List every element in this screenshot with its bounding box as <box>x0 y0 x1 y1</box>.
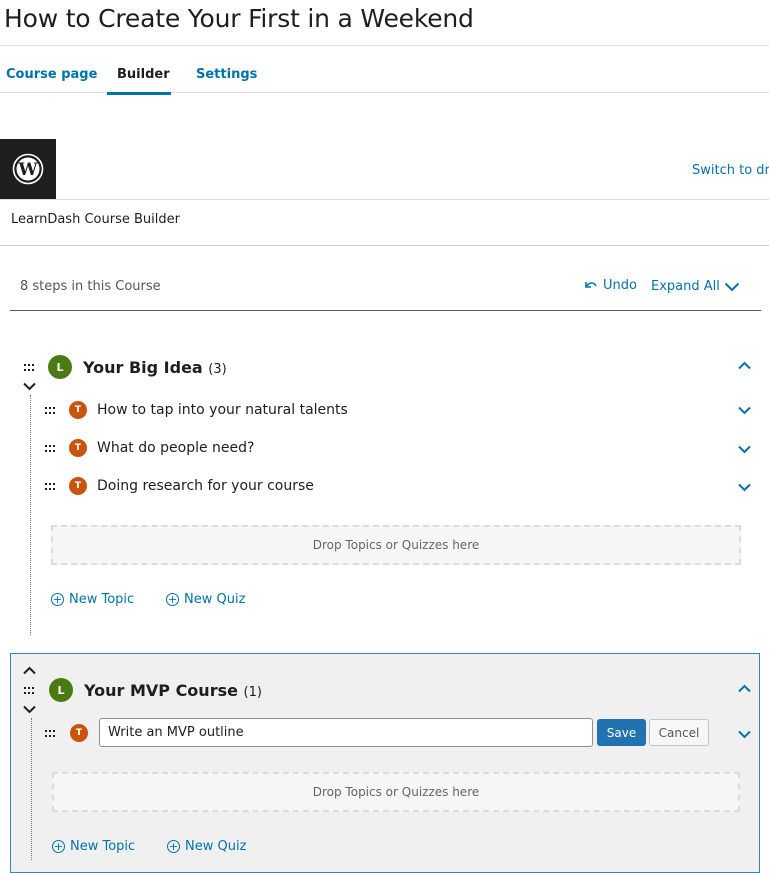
topic-badge: T <box>69 401 87 419</box>
drag-handle-icon[interactable] <box>44 406 56 416</box>
move-up-icon[interactable] <box>23 666 36 675</box>
undo-button[interactable]: Undo <box>585 278 637 293</box>
cancel-button[interactable]: Cancel <box>649 719 709 746</box>
undo-icon <box>585 282 597 288</box>
topic-title[interactable]: How to tap into your natural talents <box>97 402 348 418</box>
drag-handle-icon[interactable] <box>44 729 56 739</box>
topic-badge: T <box>69 477 87 495</box>
new-quiz-label: New Quiz <box>184 592 246 607</box>
active-tab-indicator <box>107 92 171 95</box>
builder-title: LearnDash Course Builder <box>11 212 180 227</box>
lesson-step-count: (1) <box>243 685 262 700</box>
new-topic-button[interactable]: + New Topic <box>51 592 134 607</box>
plus-circle-icon: + <box>52 840 65 853</box>
topic-badge: T <box>70 724 88 742</box>
tab-builder[interactable]: Builder <box>117 67 170 82</box>
new-quiz-label: New Quiz <box>185 839 247 854</box>
lesson-title-text: Your Big Idea <box>83 358 203 377</box>
chevron-up-icon[interactable] <box>738 361 751 370</box>
drag-handle-icon[interactable] <box>44 444 56 454</box>
drag-handle-icon[interactable] <box>23 363 35 373</box>
new-topic-label: New Topic <box>69 592 135 607</box>
drag-handle-icon[interactable] <box>44 482 56 492</box>
save-button[interactable]: Save <box>597 719 646 746</box>
new-quiz-button[interactable]: + New Quiz <box>166 592 245 607</box>
lesson-badge: L <box>48 355 72 379</box>
chevron-up-icon[interactable] <box>738 684 751 693</box>
lesson-title[interactable]: Your Big Idea (3) <box>83 358 227 377</box>
plus-circle-icon: + <box>51 593 64 606</box>
lesson-step-count: (3) <box>208 362 227 377</box>
tree-line <box>31 718 32 860</box>
lesson-title[interactable]: Your MVP Course (1) <box>84 681 262 700</box>
plus-circle-icon: + <box>167 840 180 853</box>
expand-all-button[interactable]: Expand All <box>651 279 740 294</box>
plus-circle-icon: + <box>166 593 179 606</box>
page-title: How to Create Your First in a Weekend <box>4 4 474 33</box>
chevron-down-icon[interactable] <box>738 483 751 492</box>
lesson-title-text: Your MVP Course <box>84 681 238 700</box>
tab-course-page[interactable]: Course page <box>6 67 97 82</box>
tab-settings[interactable]: Settings <box>196 67 257 82</box>
svg-text:W: W <box>17 160 38 180</box>
switch-to-draft-link[interactable]: Switch to dra <box>692 163 769 178</box>
header-divider <box>0 199 769 200</box>
topic-title-input[interactable] <box>99 718 593 747</box>
tree-line <box>30 395 31 635</box>
wordpress-logo[interactable]: W <box>0 139 56 199</box>
undo-label: Undo <box>603 278 637 293</box>
builder-divider <box>0 245 769 246</box>
drag-handle-icon[interactable] <box>23 686 35 696</box>
collapse-toggle-icon[interactable] <box>23 705 36 714</box>
new-topic-button[interactable]: + New Topic <box>52 839 135 854</box>
new-topic-label: New Topic <box>70 839 136 854</box>
chevron-down-icon <box>724 282 740 291</box>
steps-count: 8 steps in this Course <box>20 279 161 294</box>
topic-title[interactable]: Doing research for your course <box>97 478 314 494</box>
list-divider <box>10 310 761 311</box>
expand-all-label: Expand All <box>651 279 720 294</box>
chevron-down-icon[interactable] <box>738 730 751 739</box>
topic-badge: T <box>69 439 87 457</box>
wordpress-icon: W <box>12 153 44 185</box>
chevron-down-icon[interactable] <box>738 406 751 415</box>
new-quiz-button[interactable]: + New Quiz <box>167 839 246 854</box>
topic-title[interactable]: What do people need? <box>97 440 254 456</box>
drop-zone[interactable]: Drop Topics or Quizzes here <box>51 525 741 565</box>
collapse-toggle-icon[interactable] <box>23 382 36 391</box>
drop-zone[interactable]: Drop Topics or Quizzes here <box>52 772 740 812</box>
chevron-down-icon[interactable] <box>738 445 751 454</box>
title-divider <box>0 45 769 46</box>
lesson-badge: L <box>49 678 73 702</box>
